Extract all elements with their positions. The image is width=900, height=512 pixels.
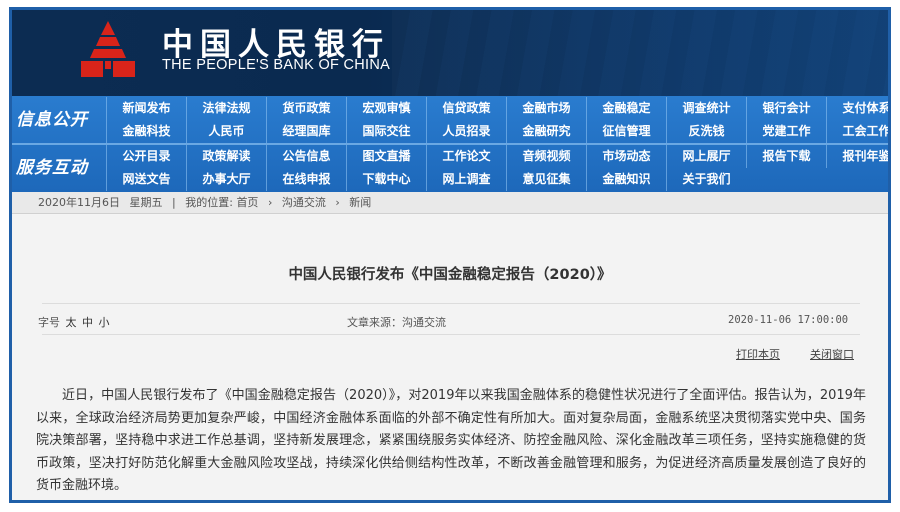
font-size-large[interactable]: 太 <box>66 316 77 329</box>
current-date: 2020年11月6日 <box>38 196 120 209</box>
nav-item-catalog[interactable]: 公开目录 <box>106 145 186 168</box>
nav-item-international[interactable]: 国际交往 <box>346 120 426 143</box>
font-size-label: 字号 <box>38 316 60 329</box>
nav-item-working-papers[interactable]: 工作论文 <box>426 145 506 168</box>
nav-item-financial-knowledge[interactable]: 金融知识 <box>586 168 666 191</box>
nav-item-anti-money-laundering[interactable]: 反洗钱 <box>666 120 746 143</box>
breadcrumb-separator: › <box>335 196 340 209</box>
nav-item-monetary-policy[interactable]: 货币政策 <box>266 97 346 120</box>
article-source: 文章来源：沟通交流 <box>347 316 446 329</box>
nav-item-treasury[interactable]: 经理国库 <box>266 120 346 143</box>
nav-item-online-survey[interactable]: 网上调查 <box>426 168 506 191</box>
nav-item-market-news[interactable]: 市场动态 <box>586 145 666 168</box>
nav-row: 公开目录 政策解读 公告信息 图文直播 工作论文 音频视频 市场动态 网上展厅 … <box>106 145 888 168</box>
nav-item-yearbooks[interactable]: 报刊年鉴 <box>826 145 888 168</box>
nav-item-service-hall[interactable]: 办事大厅 <box>186 168 266 191</box>
nav-item-credit-reference[interactable]: 征信管理 <box>586 120 666 143</box>
nav-item-news[interactable]: 新闻发布 <box>106 97 186 120</box>
nav-row: 金融科技 人民币 经理国库 国际交往 人员招录 金融研究 征信管理 反洗钱 党建… <box>106 120 888 143</box>
pboc-emblem-icon[interactable] <box>78 19 138 79</box>
meta-divider <box>42 334 860 335</box>
title-divider <box>42 303 860 304</box>
breadcrumb-home[interactable]: 首页 <box>236 196 258 209</box>
header-decoration <box>392 10 888 96</box>
nav-item-online-exhibition[interactable]: 网上展厅 <box>666 145 746 168</box>
nav-item-payments[interactable]: 支付体系 <box>826 97 888 120</box>
breadcrumb-news[interactable]: 新闻 <box>349 196 371 209</box>
bank-name-en: THE PEOPLE'S BANK OF CHINA <box>162 57 391 73</box>
nav-group-label: 服务互动 <box>16 158 88 178</box>
article: 中国人民银行发布《中国金融稳定报告（2020）》 字号 太 中 小 文章来源：沟… <box>12 215 888 500</box>
article-datetime: 2020-11-06 17:00:00 <box>728 314 849 326</box>
nav-item-policy-interpretation[interactable]: 政策解读 <box>186 145 266 168</box>
nav-item-financial-stability[interactable]: 金融稳定 <box>586 97 666 120</box>
breadcrumb: 2020年11月6日 星期五 | 我的位置: 首页 › 沟通交流 › 新闻 <box>12 192 888 214</box>
nav-item-feedback[interactable]: 意见征集 <box>506 168 586 191</box>
nav-group-service: 服务互动 公开目录 政策解读 公告信息 图文直播 工作论文 音频视频 市场动态 … <box>12 145 888 191</box>
nav-item-audio-video[interactable]: 音频视频 <box>506 145 586 168</box>
breadcrumb-separator: › <box>267 196 273 209</box>
nav-item-rmb[interactable]: 人民币 <box>186 120 266 143</box>
print-page-link[interactable]: 打印本页 <box>736 346 780 362</box>
site-header: 中国人民银行 THE PEOPLE'S BANK OF CHINA <box>12 10 888 96</box>
font-size-controls: 字号 太 中 小 <box>38 314 110 330</box>
nav-item-online-filing[interactable]: 在线申报 <box>266 168 346 191</box>
breadcrumb-communication[interactable]: 沟通交流 <box>282 196 326 209</box>
article-body: 近日，中国人民银行发布了《中国金融稳定报告（2020）》，对2019年以来我国金… <box>36 388 866 493</box>
nav-item-report-download[interactable]: 报告下载 <box>746 145 826 168</box>
font-size-medium[interactable]: 中 <box>82 316 93 329</box>
nav-item-union[interactable]: 工会工作 <box>826 120 888 143</box>
nav-item-financial-markets[interactable]: 金融市场 <box>506 97 586 120</box>
nav-item-statistics[interactable]: 调查统计 <box>666 97 746 120</box>
nav-row: 新闻发布 法律法规 货币政策 宏观审慎 信贷政策 金融市场 金融稳定 调查统计 … <box>106 97 888 120</box>
current-weekday: 星期五 <box>129 196 163 209</box>
nav-item-recruitment[interactable]: 人员招录 <box>426 120 506 143</box>
browser-frame: 中国人民银行 THE PEOPLE'S BANK OF CHINA 信息公开 新… <box>9 7 891 503</box>
font-size-small[interactable]: 小 <box>99 316 110 329</box>
nav-item-live[interactable]: 图文直播 <box>346 145 426 168</box>
nav-item-downloads[interactable]: 下载中心 <box>346 168 426 191</box>
main-navigation: 信息公开 新闻发布 法律法规 货币政策 宏观审慎 信贷政策 金融市场 金融稳定 … <box>12 96 888 192</box>
nav-group-info: 信息公开 新闻发布 法律法规 货币政策 宏观审慎 信贷政策 金融市场 金融稳定 … <box>12 97 888 143</box>
nav-item-credit-policy[interactable]: 信贷政策 <box>426 97 506 120</box>
nav-row: 网送文告 办事大厅 在线申报 下载中心 网上调查 意见征集 金融知识 关于我们 <box>106 168 746 191</box>
breadcrumb-pipe: | <box>172 196 176 209</box>
nav-item-announcements[interactable]: 公告信息 <box>266 145 346 168</box>
article-title: 中国人民银行发布《中国金融稳定报告（2020）》 <box>288 267 612 283</box>
location-label: 我的位置: <box>185 196 233 209</box>
nav-item-about-us[interactable]: 关于我们 <box>666 168 746 191</box>
nav-item-macroprudential[interactable]: 宏观审慎 <box>346 97 426 120</box>
nav-item-notices[interactable]: 网送文告 <box>106 168 186 191</box>
nav-item-laws[interactable]: 法律法规 <box>186 97 266 120</box>
close-window-link[interactable]: 关闭窗口 <box>810 346 854 362</box>
nav-item-research[interactable]: 金融研究 <box>506 120 586 143</box>
nav-item-fintech[interactable]: 金融科技 <box>106 120 186 143</box>
nav-item-accounting[interactable]: 银行会计 <box>746 97 826 120</box>
nav-group-label: 信息公开 <box>16 110 88 130</box>
nav-item-party-building[interactable]: 党建工作 <box>746 120 826 143</box>
